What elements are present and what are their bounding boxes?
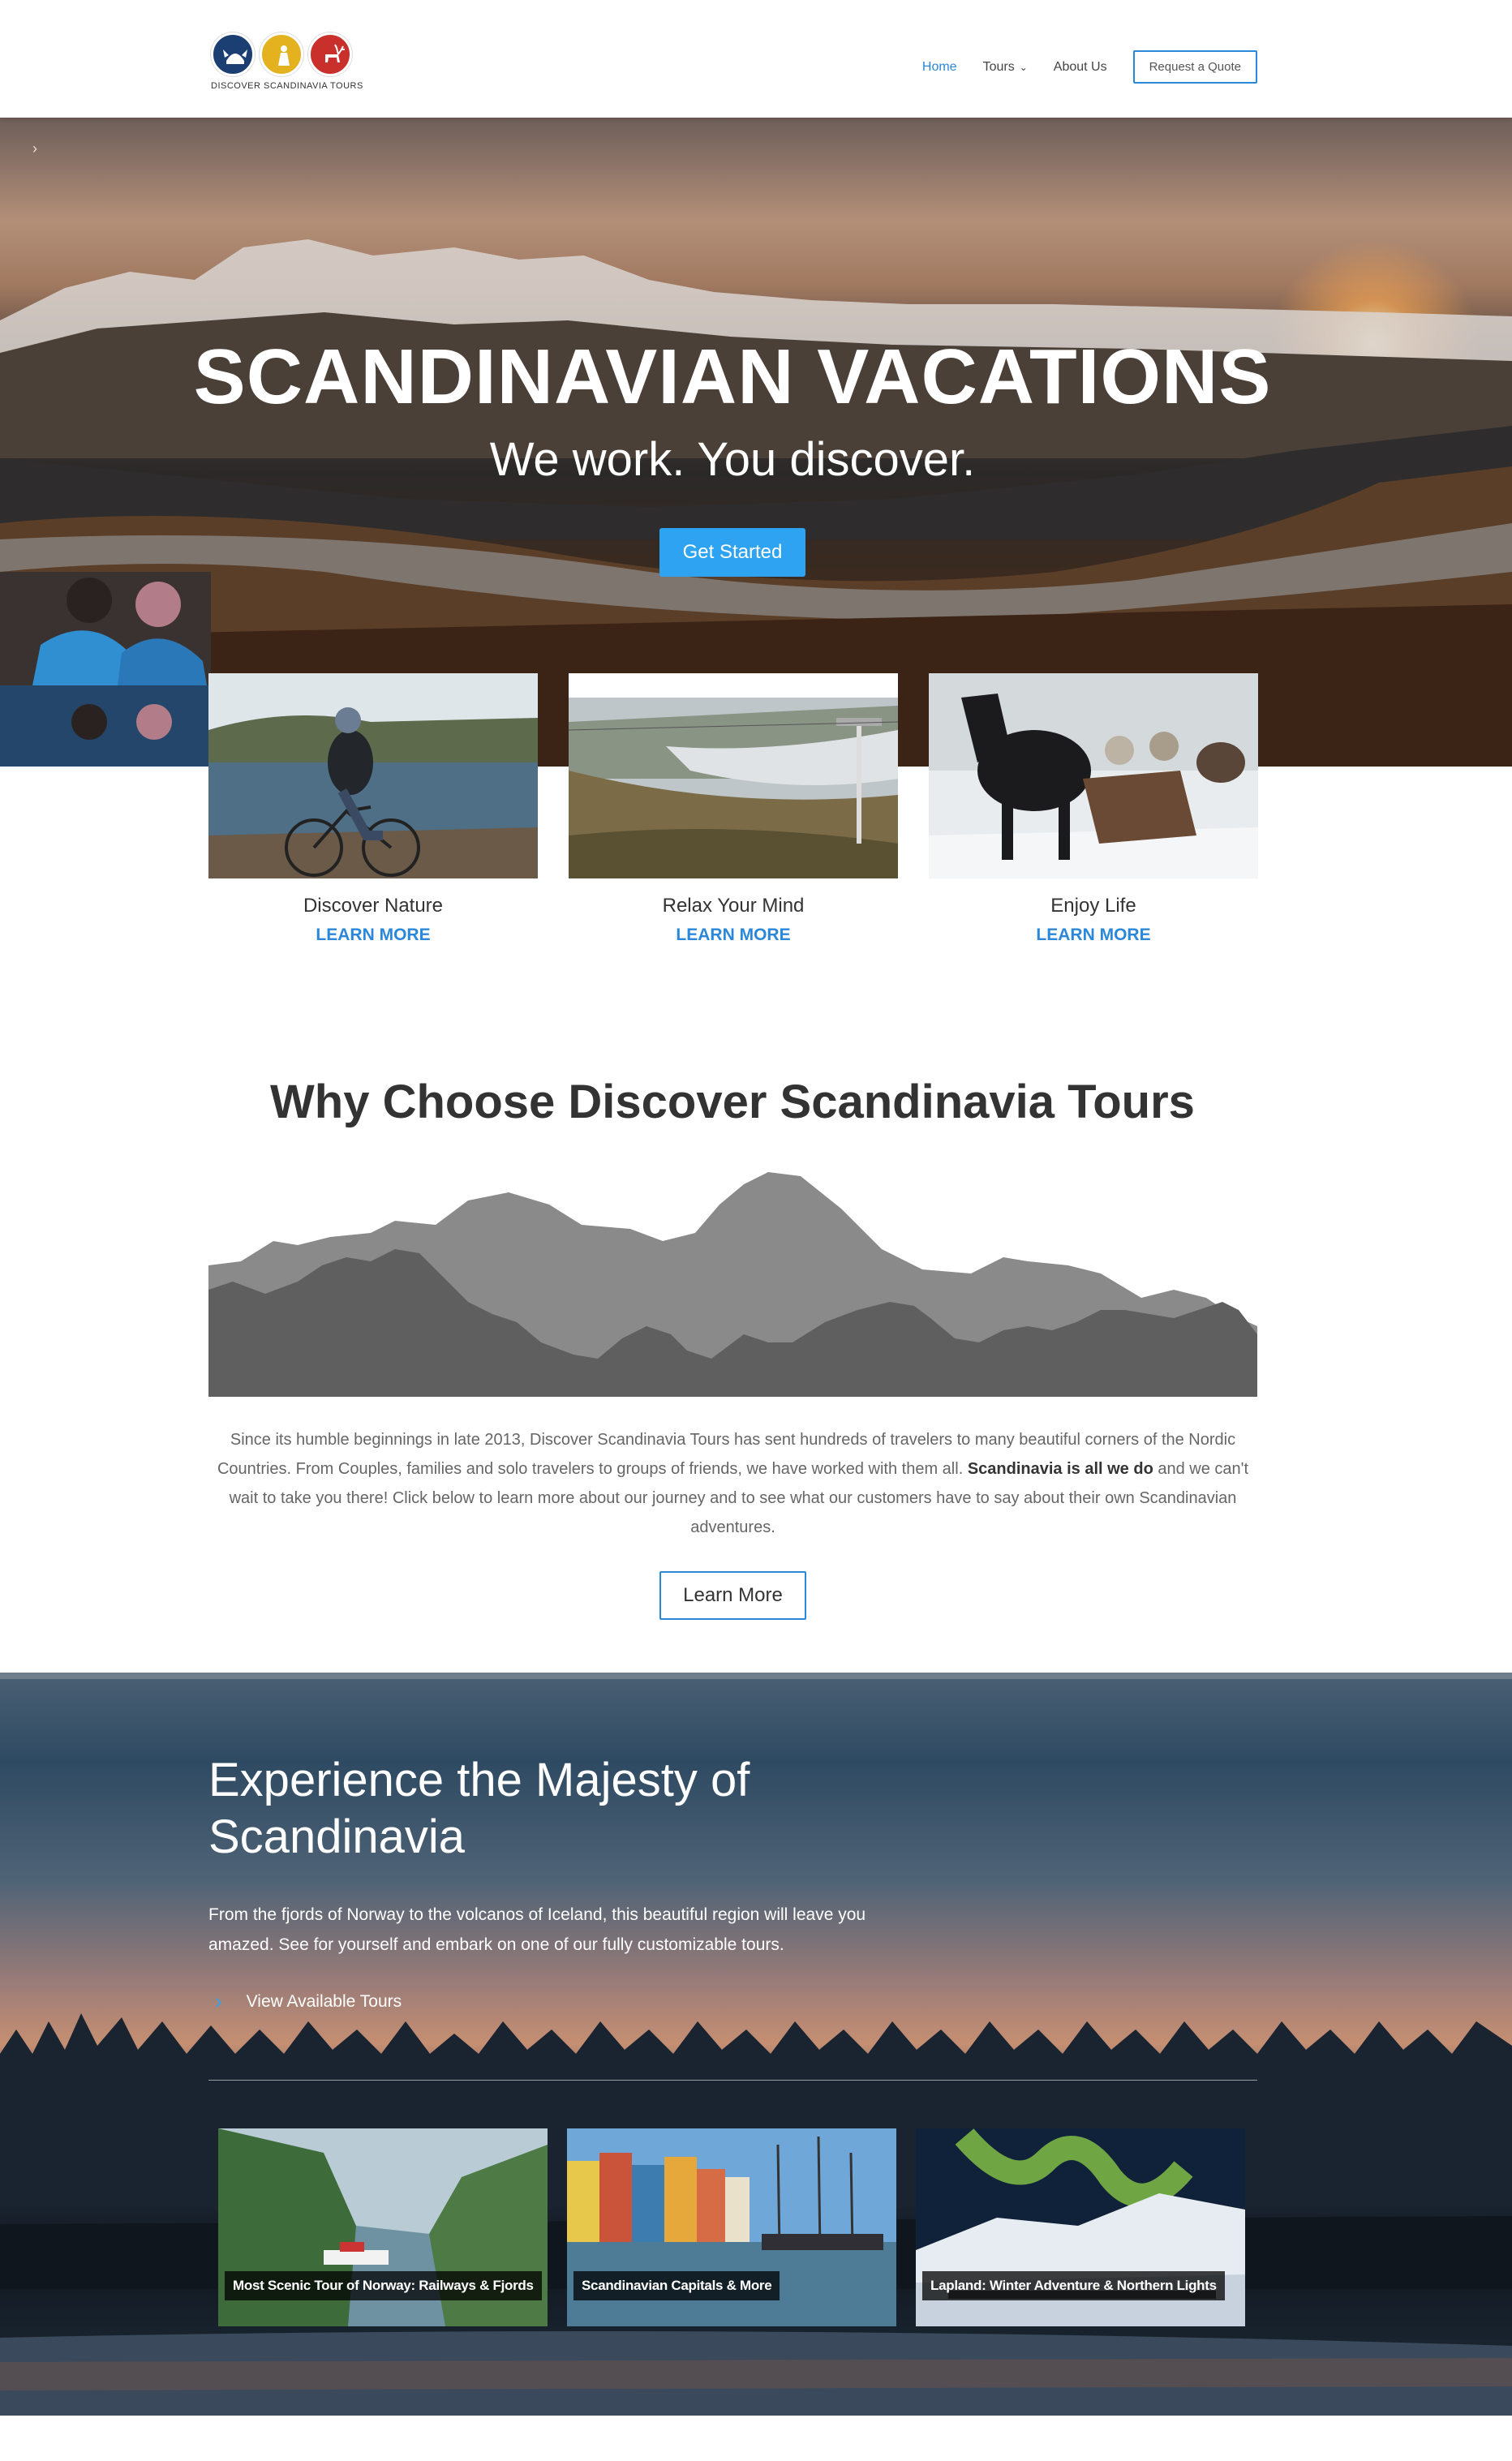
tour-caption: Lapland: Winter Adventure & Northern Lig… [922, 2271, 1225, 2300]
view-tours-label: View Available Tours [246, 1991, 402, 2011]
feature-label: Relax Your Mind [662, 895, 805, 917]
nav-item-tours[interactable]: Tours ⌄ [983, 60, 1028, 75]
nav-item-about[interactable]: About Us [1054, 60, 1107, 75]
tour-caption: Scandinavian Capitals & More [573, 2271, 780, 2300]
slider-arrow-icon[interactable]: › [32, 140, 37, 157]
feature-card-nature: Discover Nature LEARN MORE [208, 673, 538, 945]
logo-text: DISCOVER SCANDINAVIA TOURS [211, 81, 363, 91]
viking-helmet-icon [211, 32, 255, 76]
reindeer-icon [308, 32, 352, 76]
tour-card-norway[interactable]: Most Scenic Tour of Norway: Railways & F… [218, 2128, 548, 2326]
arrow-right-icon: › [215, 1989, 222, 2013]
hero-title: SCANDINAVIAN VACATIONS [193, 333, 1272, 420]
learn-more-link[interactable]: LEARN MORE [929, 926, 1258, 945]
why-description: Since its humble beginnings in late 2013… [208, 1425, 1257, 1542]
site-logo[interactable]: DISCOVER SCANDINAVIA TOURS [211, 32, 363, 96]
why-choose-title: Why Choose Discover Scandinavia Tours [270, 1076, 1195, 1128]
nav-item-tours-label: Tours [982, 59, 1015, 74]
chevron-down-icon: ⌄ [1019, 61, 1028, 73]
tour-caption: Most Scenic Tour of Norway: Railways & F… [225, 2271, 542, 2300]
learn-more-link[interactable]: LEARN MORE [569, 926, 898, 945]
request-quote-button[interactable]: Request a Quote [1132, 50, 1257, 84]
hero-tagline: We work. You discover. [489, 433, 976, 486]
feature-card-relax: Relax Your Mind LEARN MORE [569, 673, 898, 945]
mountains-illustration [208, 1172, 1257, 1397]
feature-label: Enjoy Life [1050, 895, 1136, 917]
cyclist-lake-image[interactable] [208, 673, 538, 878]
figure-icon [260, 32, 303, 76]
site-header: DISCOVER SCANDINAVIA TOURS Home Tours ⌄ A… [0, 0, 1512, 118]
main-nav: Home Tours ⌄ About Us Request a Quote [922, 50, 1257, 84]
view-tours-link[interactable]: › View Available Tours [215, 1989, 402, 2014]
tour-card-capitals[interactable]: Scandinavian Capitals & More [567, 2128, 896, 2326]
nav-item-home[interactable]: Home [922, 60, 957, 75]
majesty-section: Experience the Majesty of Scandinavia Fr… [0, 1673, 1512, 2416]
horse-sleigh-image[interactable] [929, 673, 1258, 878]
valley-chairlift-image[interactable] [569, 673, 898, 878]
hero-banner: › SCANDINAVIAN VACATIONS We work. You di… [0, 118, 1512, 767]
section-divider [208, 2080, 1257, 2081]
tour-card-lapland[interactable]: Lapland: Winter Adventure & Northern Lig… [916, 2128, 1245, 2326]
feature-card-life: Enjoy Life LEARN MORE [929, 673, 1258, 945]
why-text-emphasis: Scandinavia is all we do [967, 1460, 1153, 1478]
learn-more-link[interactable]: LEARN MORE [208, 926, 538, 945]
learn-more-button[interactable]: Learn More [659, 1571, 806, 1620]
get-started-button[interactable]: Get Started [659, 528, 805, 577]
majesty-title: Experience the Majesty of Scandinavia [208, 1754, 750, 1863]
majesty-description: From the fjords of Norway to the volcano… [208, 1905, 866, 1954]
feature-cards: Discover Nature LEARN MORE Relax Your Mi… [0, 673, 1512, 973]
feature-label: Discover Nature [303, 895, 444, 917]
